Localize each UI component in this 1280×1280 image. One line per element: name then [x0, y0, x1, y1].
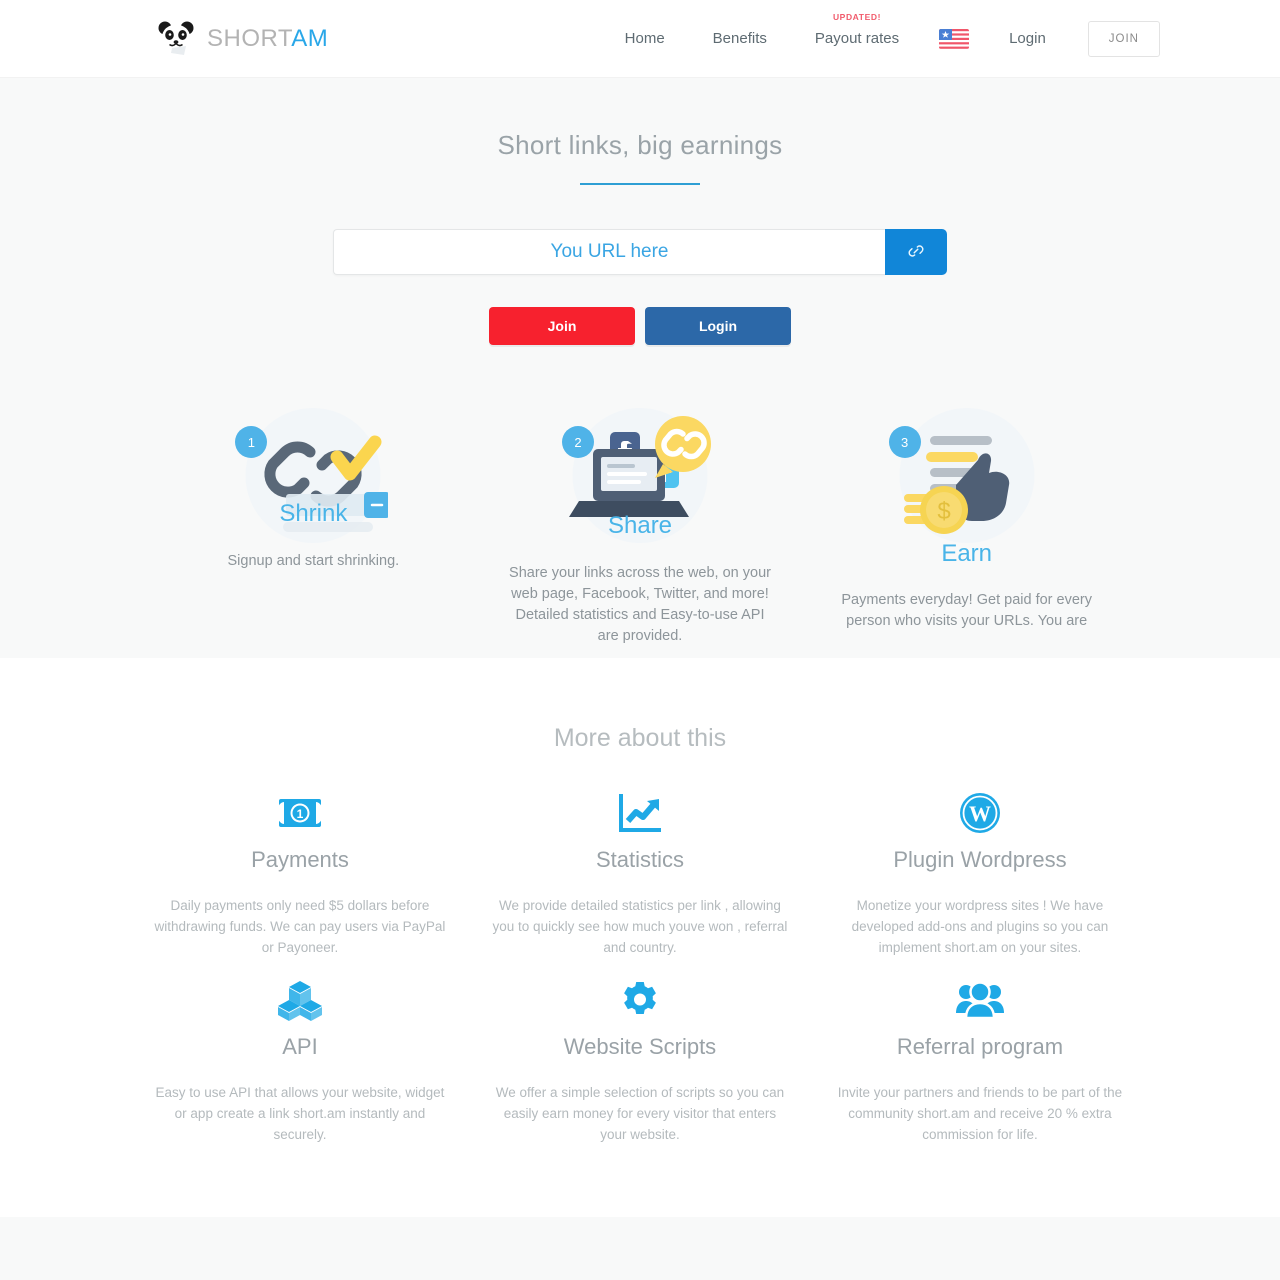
step-shrink: 1 Shrink Signup and start shrinking. — [150, 408, 477, 647]
gear-icon — [492, 976, 788, 1024]
brand-short: SHORT — [207, 24, 292, 52]
nav-label: Login — [1009, 30, 1046, 47]
svg-text:W: W — [969, 801, 991, 826]
url-shorten-form — [333, 229, 947, 275]
step-word: Earn — [941, 540, 993, 567]
people-group-icon — [832, 976, 1128, 1024]
main-nav: Home Benefits UPDATED! Payout rates Logi… — [601, 12, 1160, 57]
hero-join-button[interactable]: Join — [489, 307, 635, 345]
feature-plugin-wordpress: W Plugin Wordpress Monetize your wordpre… — [810, 789, 1150, 958]
hero-divider — [580, 183, 700, 185]
link-icon — [907, 242, 925, 263]
step-number: 2 — [562, 426, 594, 458]
brand-logo[interactable]: SHORTAM — [155, 21, 328, 57]
url-input[interactable] — [333, 229, 885, 275]
updated-badge: UPDATED! — [832, 12, 882, 22]
step-description: Payments everyday! Get paid for every pe… — [841, 592, 1092, 629]
nav-label: Payout rates — [814, 30, 900, 47]
features-section: More about this 1 Payments Daily payment… — [0, 658, 1280, 1163]
nav-item-login[interactable]: Login — [985, 30, 1070, 47]
feature-title: Statistics — [595, 847, 684, 872]
brand-am: AM — [291, 24, 329, 52]
feature-description: Daily payments only need $5 dollars befo… — [154, 898, 446, 955]
feature-title: Referral program — [896, 1034, 1064, 1059]
step-word: Share — [607, 512, 673, 539]
hero-login-button[interactable]: Login — [645, 307, 791, 345]
feature-description: Invite your partners and friends to be p… — [837, 1085, 1123, 1142]
feature-statistics: Statistics We provide detailed statistic… — [470, 789, 810, 958]
nav-item-payout-rates[interactable]: UPDATED! Payout rates — [791, 12, 923, 47]
wordpress-icon: W — [832, 789, 1128, 837]
nav-label: Benefits — [712, 30, 767, 47]
feature-referral-program: Referral program Invite your partners an… — [810, 976, 1150, 1145]
step-description: Share your links across the web, on your… — [509, 565, 771, 644]
features-title: More about this — [553, 724, 727, 752]
brand-text: SHORTAM — [207, 25, 328, 53]
features-grid: 1 Payments Daily payments only need $5 d… — [0, 789, 1280, 1163]
us-flag-icon[interactable] — [939, 28, 970, 49]
svg-text:1: 1 — [297, 807, 304, 821]
nav-label: Home — [624, 30, 665, 47]
step-earn: 3 $ Earn Payments everyday! Get paid for… — [803, 408, 1130, 647]
payout-rates-section: Payout rates — [0, 1217, 1280, 1280]
feature-description: Easy to use API that allows your website… — [155, 1085, 445, 1142]
step-number: 3 — [888, 426, 921, 458]
nav-item-benefits[interactable]: Benefits — [689, 30, 791, 47]
feature-title: Website Scripts — [563, 1034, 717, 1059]
hero-title: Short links, big earnings — [497, 130, 783, 160]
landing-page: SHORTAM Home Benefits UPDATED! Payout ra… — [0, 0, 1280, 1280]
feature-api: API Easy to use API that allows your web… — [130, 976, 470, 1145]
money-bill-icon: 1 — [152, 789, 448, 837]
feature-website-scripts: Website Scripts We offer a simple select… — [470, 976, 810, 1145]
feature-title: Plugin Wordpress — [893, 847, 1067, 872]
site-header: SHORTAM Home Benefits UPDATED! Payout ra… — [0, 0, 1280, 78]
feature-payments: 1 Payments Daily payments only need $5 d… — [130, 789, 470, 958]
nav-item-home[interactable]: Home — [601, 30, 689, 47]
step-art: 2 Share — [477, 408, 804, 568]
svg-text:$: $ — [937, 498, 950, 525]
feature-title: Payments — [251, 847, 349, 872]
cubes-icon — [152, 976, 448, 1024]
steps-section: 1 Shrink Signup and start shrinking. 2 S… — [0, 408, 1280, 647]
step-share: 2 Share Share your links across the web,… — [477, 408, 804, 647]
shorten-submit-button[interactable] — [885, 229, 947, 275]
hero-section: Short links, big earnings Join Login — [0, 78, 1280, 658]
join-button[interactable]: JOIN — [1087, 20, 1160, 57]
step-word: Shrink — [279, 500, 348, 527]
panda-logo-icon — [155, 21, 197, 57]
chart-trending-up-icon — [492, 789, 788, 837]
step-art: 1 Shrink — [150, 408, 477, 568]
feature-title: API — [282, 1034, 318, 1059]
payout-rates-title: Payout rates — [0, 1217, 1280, 1280]
feature-description: Monetize your wordpress sites ! We have … — [851, 898, 1109, 955]
step-art: 3 $ Earn — [803, 408, 1130, 568]
hero-cta-row: Join Login — [0, 307, 1280, 345]
feature-description: We provide detailed statistics per link … — [492, 898, 788, 955]
feature-description: We offer a simple selection of scripts s… — [495, 1085, 785, 1142]
